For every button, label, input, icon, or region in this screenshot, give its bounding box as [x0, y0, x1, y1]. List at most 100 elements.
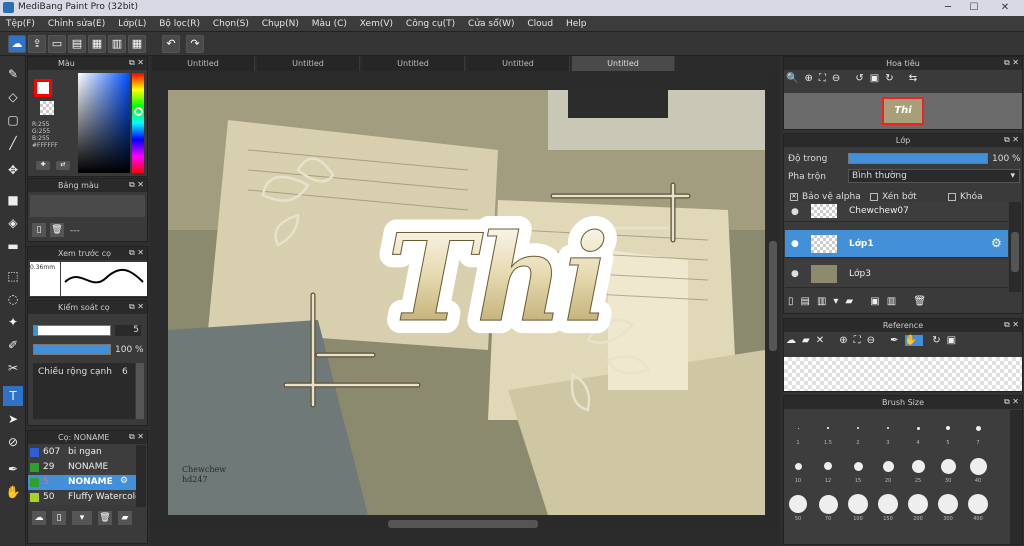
layer-row-selected[interactable]: ● Lớp1 ⚙: [785, 230, 1008, 258]
tab-document-2[interactable]: Untitled: [257, 56, 360, 71]
comic-icon[interactable]: ▥: [108, 35, 126, 53]
brush-size-dot[interactable]: [946, 426, 950, 430]
eyedropper-icon[interactable]: ✒: [3, 459, 23, 479]
brush-list-item[interactable]: 29 NONAME: [28, 460, 136, 475]
text-tool-icon[interactable]: T: [3, 386, 23, 406]
edge-width-value[interactable]: 6: [122, 367, 128, 377]
share-icon[interactable]: ⇪: [28, 35, 46, 53]
move-tool-icon[interactable]: ✥: [3, 160, 23, 180]
brush-size-value[interactable]: 5: [115, 325, 141, 336]
brush-list-item-selected[interactable]: 5 NONAME ⚙: [28, 475, 136, 490]
menu-file[interactable]: Tệp(F): [6, 16, 35, 32]
folder-icon[interactable]: ▰: [118, 511, 132, 525]
color-add-button[interactable]: ✚: [36, 161, 50, 170]
page-icon[interactable]: ▤: [68, 35, 86, 53]
menu-view[interactable]: Xem(V): [360, 16, 393, 32]
brush-size-dot[interactable]: [975, 425, 981, 431]
brush-size-dot[interactable]: [882, 460, 894, 472]
brush-size-dot[interactable]: [886, 426, 890, 430]
lock-checkbox[interactable]: [948, 193, 956, 201]
palette-delete-icon[interactable]: 🗑: [50, 223, 64, 237]
menu-window[interactable]: Cửa sổ(W): [468, 16, 514, 32]
navigator-toolbar[interactable]: 🔍⊕⛶⊖ ↺▣↻ ⇆: [786, 73, 1022, 91]
gradient-tool-icon[interactable]: ▬: [3, 236, 23, 256]
panel-controls-icon[interactable]: ⧉ ✕: [1004, 135, 1019, 145]
brush-size-dot[interactable]: [827, 427, 829, 429]
delete-brush-icon[interactable]: 🗑: [98, 511, 112, 525]
menu-filter[interactable]: Bộ lọc(R): [159, 16, 200, 32]
operation-tool-icon[interactable]: ➤: [3, 409, 23, 429]
magic-wand-icon[interactable]: ✦: [3, 312, 23, 332]
brush-menu-icon[interactable]: ▾: [72, 511, 92, 525]
menu-cloud[interactable]: Cloud: [527, 16, 553, 32]
layer-row[interactable]: ● Chewchew07: [785, 202, 1008, 222]
lasso-tool-icon[interactable]: ◌: [3, 289, 23, 309]
brush-size-dot[interactable]: [789, 495, 807, 513]
rectangle-tool-icon[interactable]: ▢: [3, 110, 23, 130]
panel-controls-icon[interactable]: ⧉ ✕: [1004, 397, 1019, 407]
grid-icon[interactable]: ▦: [128, 35, 146, 53]
brush-size-dot[interactable]: [853, 461, 863, 471]
brush-size-dot[interactable]: [938, 494, 958, 514]
tab-document-1[interactable]: Untitled: [152, 56, 255, 71]
brush-tool-icon[interactable]: ✎: [3, 64, 23, 84]
palette-new-icon[interactable]: ▯: [32, 223, 46, 237]
layer-toolbar[interactable]: ▯▤▥▾▰ ▣▥ 🗑: [788, 296, 1022, 312]
redo-icon[interactable]: ↷: [186, 35, 204, 53]
menu-tools[interactable]: Công cụ(T): [406, 16, 455, 32]
menu-help[interactable]: Help: [566, 16, 587, 32]
fg-color-swatch[interactable]: [34, 79, 52, 97]
drawing-canvas[interactable]: Thi Thi Chewchew hd247: [168, 90, 765, 515]
panel-controls-icon[interactable]: ⧉ ✕: [1004, 58, 1019, 68]
brush-size-dot[interactable]: [794, 462, 802, 470]
brush-size-dot[interactable]: [878, 494, 898, 514]
vertical-scrollbar[interactable]: [767, 71, 779, 531]
panel-controls-icon[interactable]: ⧉ ✕: [129, 248, 144, 258]
minimize-icon[interactable]: ─: [940, 2, 956, 14]
select-tool-icon[interactable]: ⬚: [3, 266, 23, 286]
eraser-tool-icon[interactable]: ◇: [3, 87, 23, 107]
divide-tool-icon[interactable]: ⊘: [3, 432, 23, 452]
hue-handle[interactable]: [134, 107, 143, 116]
menu-edit[interactable]: Chỉnh sửa(E): [48, 16, 105, 32]
horizontal-scrollbar[interactable]: [150, 518, 767, 530]
brush-list-item[interactable]: 607 bi ngan: [28, 445, 136, 460]
brush-size-dot[interactable]: [940, 458, 956, 474]
select-eraser-icon[interactable]: ✂: [3, 358, 23, 378]
menu-layer[interactable]: Lớp(L): [118, 16, 146, 32]
bucket-tool-icon[interactable]: ◈: [3, 213, 23, 233]
brush-size-dot[interactable]: [848, 494, 868, 514]
brush-opacity-slider[interactable]: [33, 344, 111, 355]
panel-controls-icon[interactable]: ⧉ ✕: [1004, 320, 1019, 330]
cloud-brush-icon[interactable]: ☁: [32, 511, 46, 525]
brush-list-scrollbar[interactable]: [136, 445, 146, 507]
brush-size-dot[interactable]: [857, 427, 859, 429]
reference-canvas[interactable]: [784, 357, 1022, 391]
layer-opacity-slider[interactable]: [848, 153, 988, 164]
new-brush-icon[interactable]: ▯: [52, 511, 66, 525]
protect-alpha-checkbox[interactable]: ✕: [790, 193, 798, 201]
reference-toolbar[interactable]: ☁▰✕ ⊕⛶⊖ ✒✋ ↻▣: [786, 335, 1022, 353]
hue-slider[interactable]: [132, 73, 144, 173]
bg-color-swatch[interactable]: [40, 101, 54, 115]
tab-document-3[interactable]: Untitled: [362, 56, 465, 71]
maximize-icon[interactable]: ☐: [966, 2, 982, 14]
brush-size-dot[interactable]: [916, 426, 920, 430]
select-pen-icon[interactable]: ✐: [3, 335, 23, 355]
line-tool-icon[interactable]: ╱: [3, 133, 23, 153]
brush-options-scrollbar[interactable]: [136, 363, 144, 419]
brush-size-dot[interactable]: [818, 494, 838, 514]
color-sv-field[interactable]: [78, 73, 130, 173]
layer-row[interactable]: ● Lớp3: [785, 260, 1008, 288]
panel-controls-icon[interactable]: ⧉ ✕: [129, 302, 144, 312]
brush-list-item[interactable]: 50 Fluffy Watercolor: [28, 490, 136, 505]
close-icon[interactable]: ✕: [994, 2, 1016, 14]
menu-color[interactable]: Màu (C): [312, 16, 347, 32]
panel-controls-icon[interactable]: ⧉ ✕: [129, 58, 144, 68]
brush-size-dot[interactable]: [824, 462, 832, 470]
brush-size-slider[interactable]: [33, 325, 111, 336]
clipping-checkbox[interactable]: [870, 193, 878, 201]
palette-area[interactable]: [30, 195, 145, 217]
cloud-icon[interactable]: ☁: [8, 35, 26, 53]
brush-size-dot[interactable]: [797, 427, 799, 429]
